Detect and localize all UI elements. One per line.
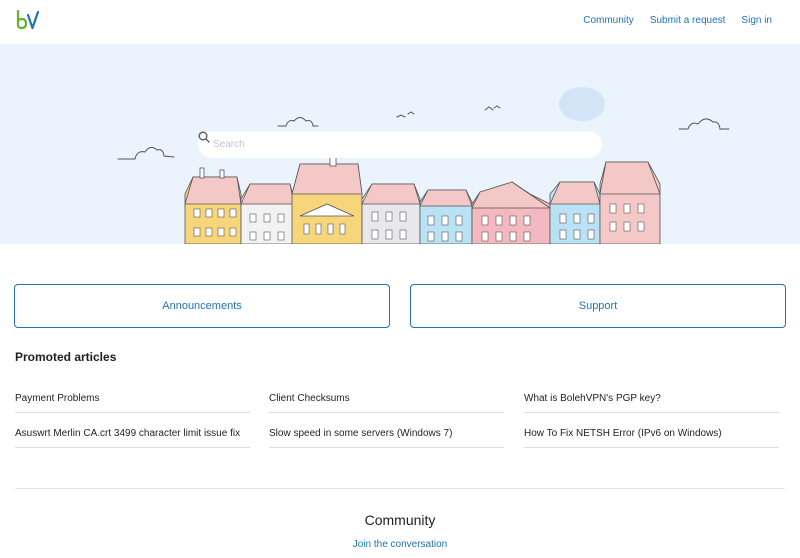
hero-banner xyxy=(0,44,800,244)
article-link[interactable]: Client Checksums xyxy=(269,385,504,413)
search-input[interactable] xyxy=(213,139,573,150)
search-icon xyxy=(198,131,210,143)
top-nav: Community Submit a request Sign in xyxy=(583,15,772,26)
join-conversation-link[interactable]: Join the conversation xyxy=(0,539,800,550)
announcements-card[interactable]: Announcements xyxy=(14,284,390,328)
article-link[interactable]: Payment Problems xyxy=(15,385,250,413)
promoted-articles-title: Promoted articles xyxy=(15,350,117,364)
brand-logo[interactable] xyxy=(16,10,40,30)
nav-community-link[interactable]: Community xyxy=(583,15,634,26)
site-header: Community Submit a request Sign in xyxy=(0,0,800,44)
support-card[interactable]: Support xyxy=(410,284,786,328)
nav-sign-in-link[interactable]: Sign in xyxy=(741,15,772,26)
community-title: Community xyxy=(364,512,436,528)
article-link[interactable]: Asuswrt Merlin CA.crt 3499 character lim… xyxy=(15,420,250,448)
section-divider xyxy=(15,488,785,489)
article-link[interactable]: Slow speed in some servers (Windows 7) xyxy=(269,420,504,448)
article-link[interactable]: How To Fix NETSH Error (IPv6 on Windows) xyxy=(524,420,779,448)
nav-submit-request-link[interactable]: Submit a request xyxy=(650,15,726,26)
search-bar[interactable] xyxy=(198,131,602,158)
article-link[interactable]: What is BolehVPN's PGP key? xyxy=(524,385,779,413)
